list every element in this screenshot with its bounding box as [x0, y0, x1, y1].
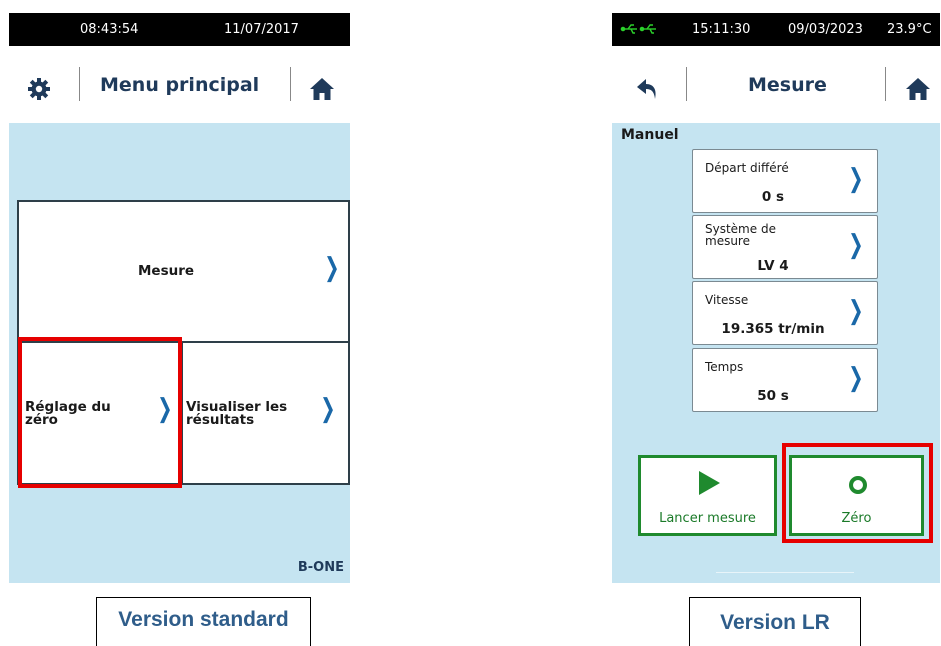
param-delayed-start[interactable]: Départ différé 0 s ❯ [692, 149, 878, 213]
page-title: Mesure [748, 74, 827, 96]
param-value: 50 s [757, 388, 789, 404]
param-value: 0 s [761, 189, 785, 205]
home-icon[interactable] [905, 77, 931, 101]
tile-label: Mesure [138, 263, 195, 279]
chevron-right-icon: ❯ [848, 296, 864, 326]
param-speed[interactable]: Vitesse 19.365 tr/min ❯ [692, 281, 878, 345]
param-label: Vitesse [705, 293, 749, 307]
highlight-frame [18, 337, 182, 488]
param-measuring-system[interactable]: Système de mesure LV 4 ❯ [692, 215, 878, 279]
header-divider [79, 67, 80, 101]
brand-label: B-ONE [297, 560, 344, 575]
header-divider [686, 67, 687, 101]
param-value: 19.365 tr/min [721, 321, 825, 337]
status-time: 08:43:54 [80, 22, 139, 37]
param-time[interactable]: Temps 50 s ❯ [692, 348, 878, 412]
main-menu-screen: Mesure ❯ Réglage du zéro ❯ Visualiser les… [9, 123, 350, 583]
highlight-frame [782, 443, 933, 543]
param-value: LV 4 [757, 258, 789, 274]
page-title: Menu principal [100, 74, 260, 96]
usb-icon [620, 23, 658, 35]
param-label: Système de mesure [705, 222, 776, 248]
back-arrow-icon[interactable] [636, 77, 660, 101]
gear-icon[interactable] [27, 77, 51, 101]
mode-label: Manuel [621, 127, 679, 143]
chevron-right-icon: ❯ [324, 253, 340, 283]
header-divider [290, 67, 291, 101]
start-measure-button[interactable]: Lancer mesure [638, 455, 777, 536]
status-bar: 08:43:54 11/07/2017 [9, 13, 350, 46]
param-label: Départ différé [705, 161, 789, 175]
header: Mesure [612, 60, 940, 116]
measure-screen: Manuel Départ différé 0 s ❯ Système de me… [612, 123, 940, 583]
header-divider [885, 67, 886, 101]
scroll-indicator [716, 572, 854, 573]
menu-tile-view-results[interactable]: Visualiser les résultats ❯ [181, 341, 350, 485]
chevron-right-icon: ❯ [848, 230, 864, 260]
status-bar: 15:11:30 09/03/2023 23.9°C [612, 13, 940, 46]
header: Menu principal [9, 60, 350, 116]
menu-tile-measure[interactable]: Mesure ❯ [17, 200, 350, 344]
status-date: 09/03/2023 [788, 22, 863, 37]
tile-label: Visualiser les résultats [186, 399, 288, 428]
chevron-right-icon: ❯ [848, 164, 864, 194]
status-date: 11/07/2017 [224, 22, 299, 37]
play-icon [697, 470, 721, 496]
status-temperature: 23.9°C [887, 22, 932, 37]
chevron-right-icon: ❯ [848, 363, 864, 393]
param-label: Temps [705, 360, 744, 374]
status-time: 15:11:30 [692, 22, 751, 37]
home-icon[interactable] [309, 77, 335, 101]
button-label: Lancer mesure [659, 511, 756, 526]
chevron-right-icon: ❯ [320, 394, 336, 424]
caption-lr: Version LR [689, 597, 861, 646]
caption-standard: Version standard [96, 597, 311, 646]
